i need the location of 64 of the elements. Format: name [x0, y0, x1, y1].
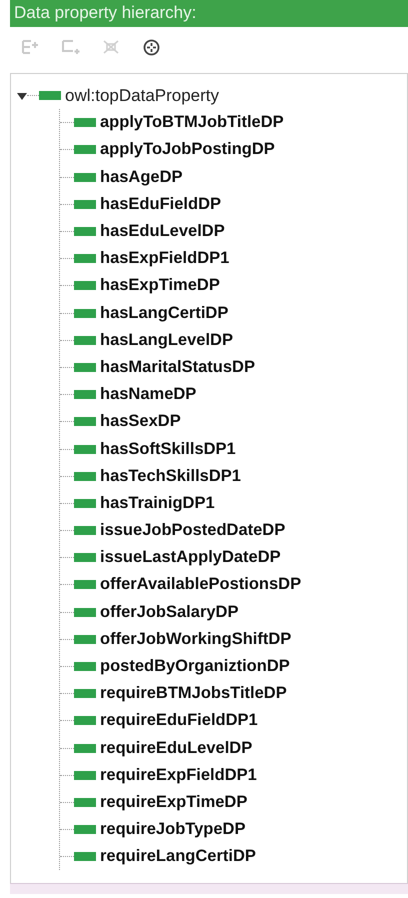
property-icon [74, 608, 96, 617]
tree-item[interactable]: hasNameDP [100, 385, 196, 404]
property-icon [74, 770, 96, 780]
tree-item[interactable]: issueLastApplyDateDP [100, 548, 281, 568]
tree-item[interactable]: hasLangCertiDP [100, 304, 228, 323]
property-icon [74, 390, 96, 400]
property-icon [74, 580, 96, 590]
tree-item[interactable]: requireEduFieldDP1 [100, 711, 258, 730]
property-icon [74, 145, 96, 154]
property-icon [74, 634, 96, 644]
property-icon [74, 744, 96, 753]
property-icon [74, 254, 96, 264]
tree-item[interactable]: hasMaritalStatusDP [100, 358, 255, 377]
tree-item[interactable]: applyToBTMJobTitleDP [100, 113, 284, 132]
property-icon [74, 444, 96, 454]
property-icon [74, 716, 96, 726]
tree-item[interactable]: postedByOrganiztionDP [100, 657, 290, 676]
tree-item[interactable]: applyToJobPostingDP [100, 140, 275, 160]
property-icon [74, 172, 96, 182]
tree-item[interactable]: hasTechSkillsDP1 [100, 466, 241, 486]
property-icon [74, 662, 96, 672]
property-icon [74, 798, 96, 807]
property-icon [74, 281, 96, 290]
property-icon [74, 118, 96, 128]
add-subproperty-icon [21, 39, 41, 55]
property-icon [74, 526, 96, 536]
property-icon [74, 308, 96, 318]
property-icon [74, 825, 96, 834]
panel-title: Data property hierarchy: [10, 0, 408, 27]
add-sibling-icon [61, 39, 81, 55]
tree-item[interactable]: hasExpFieldDP1 [100, 249, 230, 268]
tree-item[interactable]: issueJobPostedDateDP [100, 521, 286, 540]
crosshair-icon [142, 38, 160, 56]
tree-item[interactable]: hasAgeDP [100, 168, 183, 187]
property-icon [74, 553, 96, 562]
tree-item[interactable]: hasSexDP [100, 412, 181, 432]
property-icon [74, 336, 96, 345]
tree-item[interactable]: hasEduFieldDP [100, 194, 222, 214]
property-icon [74, 498, 96, 508]
tree-item[interactable]: requireJobTypeDP [100, 820, 246, 840]
delete-icon [102, 39, 120, 55]
tree-item[interactable]: requireExpTimeDP [100, 792, 248, 812]
property-icon [74, 362, 96, 372]
property-icon [39, 91, 61, 100]
tree-item[interactable]: hasTrainigDP1 [100, 494, 215, 513]
tree-item[interactable]: requireBTMJobsTitleDP [100, 684, 287, 704]
property-icon [74, 417, 96, 426]
property-icon [74, 852, 96, 862]
property-icon [74, 689, 96, 698]
tree-item[interactable]: hasExpTimeDP [100, 276, 220, 296]
tree-item[interactable]: hasLangLevelDP [100, 330, 233, 350]
tree-item[interactable]: offerJobWorkingShiftDP [100, 630, 292, 649]
expand-toggle-icon[interactable] [17, 90, 27, 101]
tree-item[interactable]: hasEduLevelDP [100, 222, 225, 242]
tree-item[interactable]: requireLangCertiDP [100, 847, 256, 866]
tree-item[interactable]: offerAvailablePostionsDP [100, 575, 302, 594]
tree-item[interactable]: requireEduLevelDP [100, 738, 252, 758]
tree-item[interactable]: requireExpFieldDP1 [100, 766, 257, 785]
property-icon [74, 227, 96, 236]
property-icon [74, 472, 96, 481]
tree-item[interactable]: hasSoftSkillsDP1 [100, 440, 236, 459]
tree-item[interactable]: offerJobSalaryDP [100, 602, 238, 622]
property-icon [74, 200, 96, 209]
tree-item[interactable]: owl:topDataProperty [65, 86, 220, 106]
